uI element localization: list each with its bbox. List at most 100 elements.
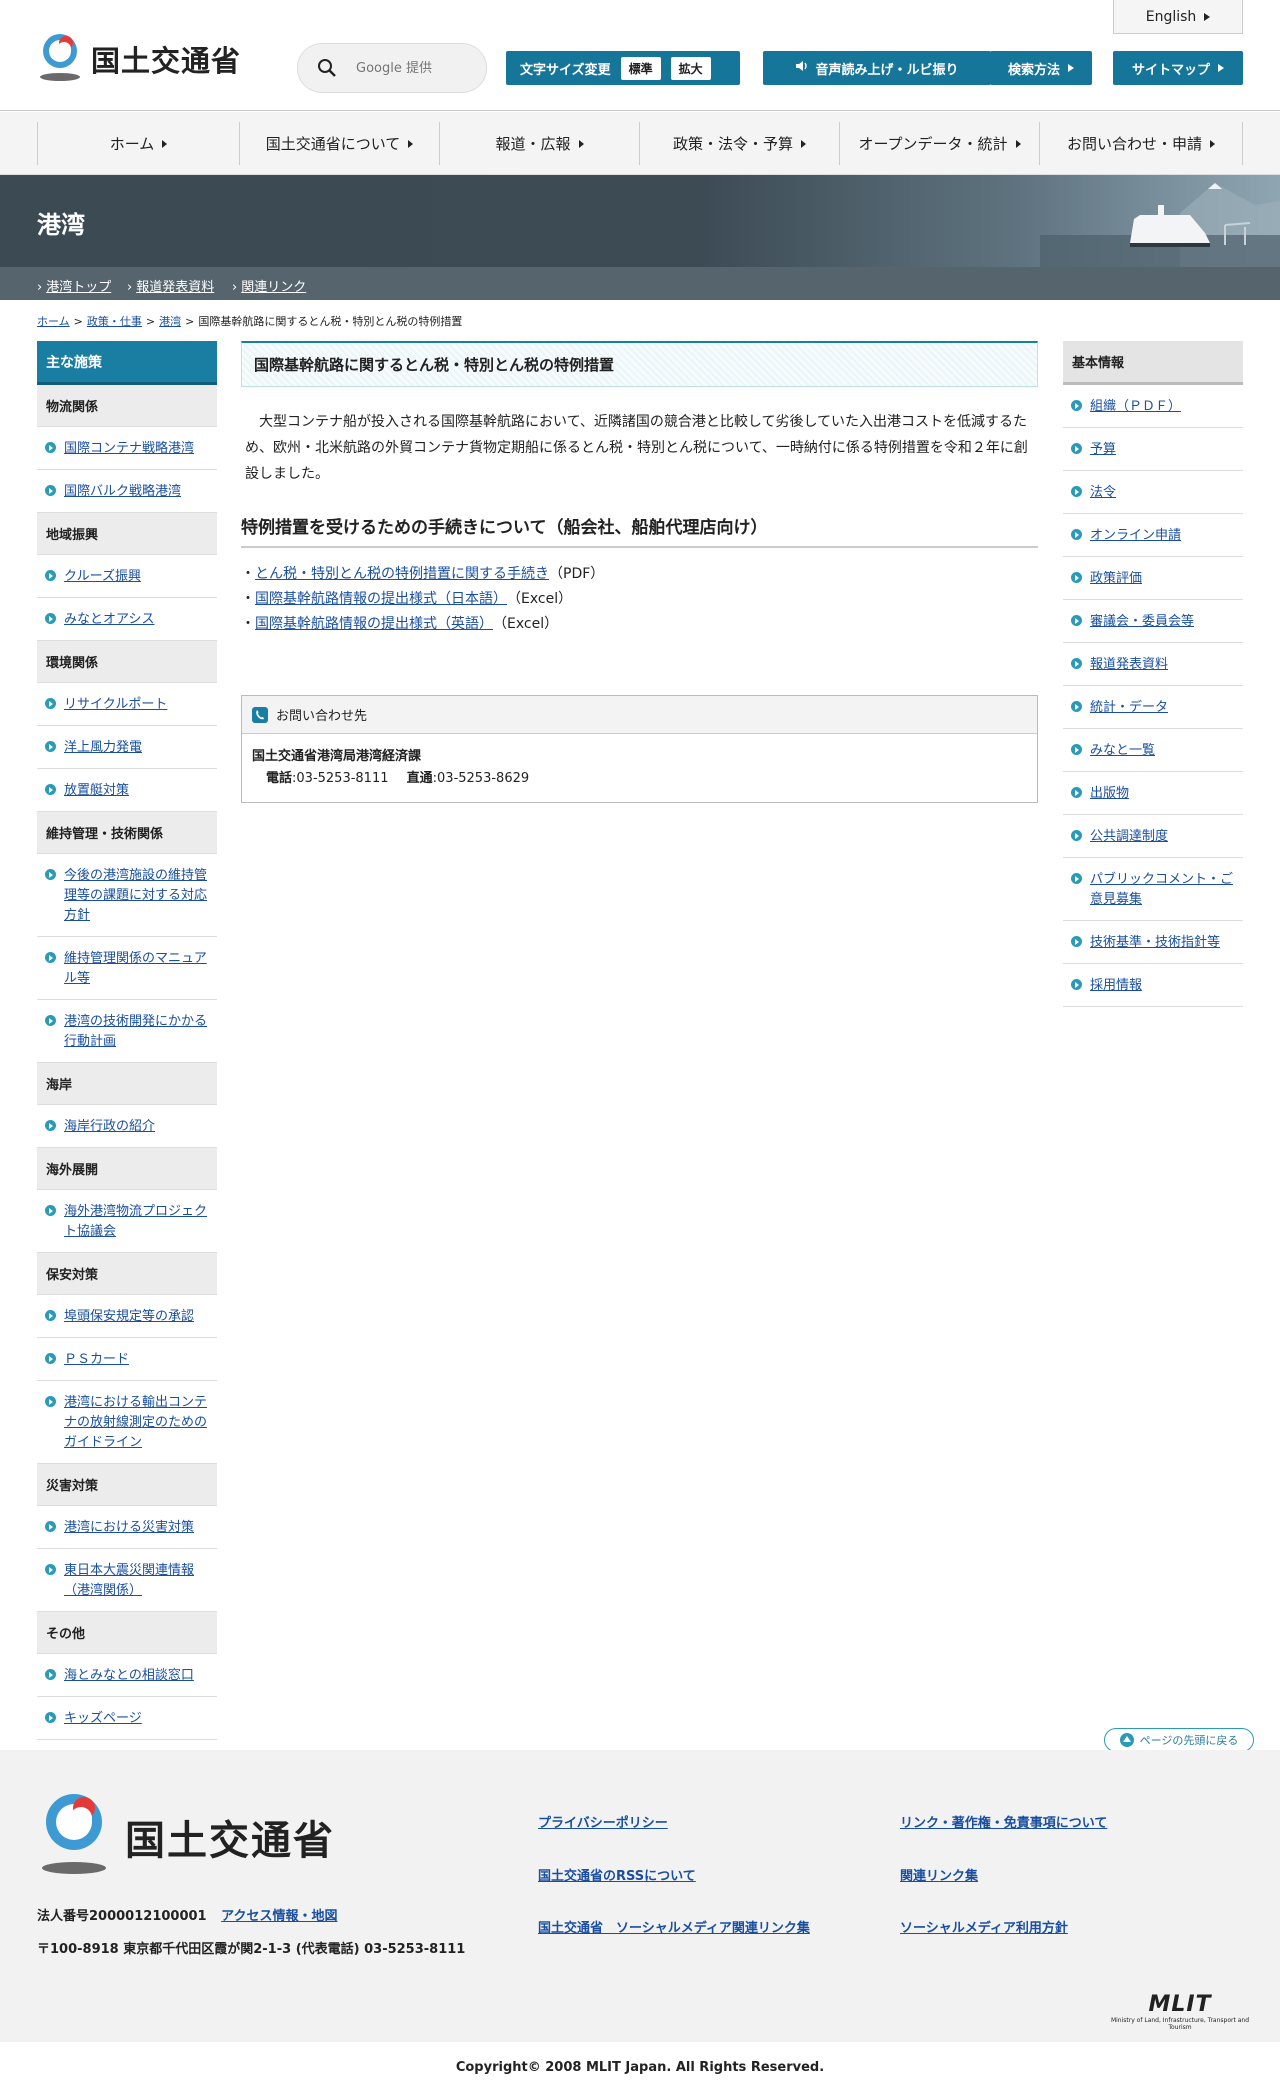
gnav-contact[interactable]: お問い合わせ・申請 [1039, 122, 1243, 165]
left-nav-item[interactable]: 海岸行政の紹介 [37, 1105, 217, 1148]
left-nav-item[interactable]: 海とみなとの相談窓口 [37, 1654, 217, 1697]
left-nav-link[interactable]: 港湾の技術開発にかかる行動計画 [64, 1014, 207, 1049]
left-nav-link[interactable]: 海外港湾物流プロジェクト協議会 [64, 1204, 207, 1239]
breadcrumb-home[interactable]: ホーム [37, 315, 70, 328]
left-nav-link[interactable]: 港湾における輸出コンテナの放射線測定のためのガイドライン [64, 1395, 207, 1450]
left-nav-link[interactable]: みなとオアシス [64, 612, 154, 627]
right-nav-link[interactable]: 報道発表資料 [1090, 657, 1168, 672]
right-nav-link[interactable]: 予算 [1090, 442, 1116, 457]
right-nav-link[interactable]: 統計・データ [1090, 700, 1168, 715]
fontsize-normal-button[interactable]: 標準 [620, 56, 661, 80]
right-nav-item[interactable]: 採用情報 [1063, 964, 1243, 1007]
left-nav-link[interactable]: 海岸行政の紹介 [64, 1119, 155, 1134]
right-nav-link[interactable]: 法令 [1090, 485, 1116, 500]
footer-social-policy-link[interactable]: ソーシャルメディア利用方針 [900, 1917, 1068, 1936]
right-nav-link[interactable]: みなと一覧 [1090, 743, 1155, 758]
right-nav-link[interactable]: 公共調達制度 [1090, 829, 1168, 844]
subnav-port-top[interactable]: 港湾トップ [37, 276, 111, 295]
subnav-press[interactable]: 報道発表資料 [127, 276, 214, 295]
left-nav-link[interactable]: 港湾における災害対策 [64, 1520, 194, 1535]
right-nav-item[interactable]: パブリックコメント・ご意見募集 [1063, 858, 1243, 921]
access-link[interactable]: アクセス情報・地図 [221, 1909, 337, 1924]
left-nav-link[interactable]: 今後の港湾施設の維持管理等の課題に対する対応方針 [64, 868, 207, 923]
left-nav-item[interactable]: キッズページ [37, 1697, 217, 1740]
right-nav-link[interactable]: 採用情報 [1090, 978, 1142, 993]
footer-copyright-link[interactable]: リンク・著作権・免責事項について [900, 1812, 1107, 1831]
right-nav-link[interactable]: 出版物 [1090, 786, 1129, 801]
right-nav-item[interactable]: 政策評価 [1063, 557, 1243, 600]
form-en-link[interactable]: 国際基幹航路情報の提出様式（英語） [255, 612, 493, 637]
left-nav-link[interactable]: 埠頭保安規定等の承認 [64, 1309, 194, 1324]
left-nav-item[interactable]: 港湾における輸出コンテナの放射線測定のためのガイドライン [37, 1381, 217, 1464]
search-icon[interactable] [316, 57, 338, 79]
voice-button[interactable]: 音声読み上げ・ルビ振り [763, 51, 991, 85]
gnav-policy[interactable]: 政策・法令・予算 [639, 122, 839, 165]
procedure-pdf-link[interactable]: とん税・特別とん税の特例措置に関する手続き [255, 562, 549, 587]
left-nav-link[interactable]: 国際バルク戦略港湾 [64, 484, 181, 499]
left-nav-item[interactable]: 国際バルク戦略港湾 [37, 470, 217, 513]
left-nav-item[interactable]: リサイクルポート [37, 683, 217, 726]
gnav-press[interactable]: 報道・広報 [439, 122, 639, 165]
left-nav-link[interactable]: 海とみなとの相談窓口 [64, 1668, 194, 1683]
right-nav-item[interactable]: 審議会・委員会等 [1063, 600, 1243, 643]
left-nav-item[interactable]: 港湾の技術開発にかかる行動計画 [37, 1000, 217, 1063]
right-nav-item[interactable]: 公共調達制度 [1063, 815, 1243, 858]
right-nav-item[interactable]: 予算 [1063, 428, 1243, 471]
site-search[interactable] [297, 43, 487, 93]
left-nav-link[interactable]: 放置艇対策 [64, 783, 129, 798]
left-nav-item[interactable]: 埠頭保安規定等の承認 [37, 1295, 217, 1338]
search-input[interactable] [356, 60, 466, 76]
footer-privacy-link[interactable]: プライバシーポリシー [538, 1812, 668, 1831]
sitemap-button[interactable]: サイトマップ [1113, 51, 1243, 85]
left-nav-item[interactable]: 維持管理関係のマニュアル等 [37, 937, 217, 1000]
page-top-button[interactable]: ページの先頭に戻る [1104, 1728, 1254, 1752]
left-nav-link[interactable]: キッズページ [64, 1711, 142, 1726]
right-nav-item[interactable]: みなと一覧 [1063, 729, 1243, 772]
gnav-home[interactable]: ホーム [37, 122, 239, 165]
gnav-opendata[interactable]: オープンデータ・統計 [839, 122, 1039, 165]
right-nav-link[interactable]: 技術基準・技術指針等 [1090, 935, 1220, 950]
form-ja-link[interactable]: 国際基幹航路情報の提出様式（日本語） [255, 587, 507, 612]
left-nav-link[interactable]: リサイクルポート [64, 697, 167, 712]
left-nav-link[interactable]: 国際コンテナ戦略港湾 [64, 441, 194, 456]
footer-rss-link[interactable]: 国土交通省のRSSについて [538, 1865, 696, 1884]
left-nav-item[interactable]: 東日本大震災関連情報（港湾関係） [37, 1549, 217, 1612]
left-nav-link[interactable]: 維持管理関係のマニュアル等 [64, 951, 207, 986]
left-nav-item[interactable]: クルーズ振興 [37, 555, 217, 598]
right-nav-link[interactable]: 政策評価 [1090, 571, 1142, 586]
footer-social-links-link[interactable]: 国土交通省 ソーシャルメディア関連リンク集 [538, 1917, 810, 1936]
left-nav-link[interactable]: ＰＳカード [64, 1352, 129, 1367]
right-nav-link[interactable]: オンライン申請 [1090, 528, 1181, 543]
left-nav-item[interactable]: 放置艇対策 [37, 769, 217, 812]
left-nav-item[interactable]: 海外港湾物流プロジェクト協議会 [37, 1190, 217, 1253]
left-nav-item[interactable]: みなとオアシス [37, 598, 217, 641]
footer-logo[interactable]: 国土交通省 [37, 1792, 335, 1882]
left-nav-link[interactable]: 東日本大震災関連情報（港湾関係） [64, 1563, 194, 1598]
right-nav-item[interactable]: 統計・データ [1063, 686, 1243, 729]
right-nav-item[interactable]: 出版物 [1063, 772, 1243, 815]
right-nav-link[interactable]: 組織（ＰＤＦ） [1090, 399, 1181, 414]
fontsize-large-button[interactable]: 拡大 [670, 56, 711, 80]
breadcrumb-policy[interactable]: 政策・仕事 [87, 315, 142, 328]
right-nav-item[interactable]: 法令 [1063, 471, 1243, 514]
footer-related-link[interactable]: 関連リンク集 [900, 1865, 978, 1884]
left-nav-item[interactable]: 国際コンテナ戦略港湾 [37, 427, 217, 470]
subnav-links[interactable]: 関連リンク [232, 276, 306, 295]
search-method-button[interactable]: 検索方法 [990, 51, 1092, 85]
left-nav-item[interactable]: 港湾における災害対策 [37, 1506, 217, 1549]
right-nav-link[interactable]: パブリックコメント・ご意見募集 [1090, 872, 1233, 907]
right-nav-item[interactable]: 組織（ＰＤＦ） [1063, 385, 1243, 428]
right-nav-link[interactable]: 審議会・委員会等 [1090, 614, 1194, 629]
left-nav-link[interactable]: 洋上風力発電 [64, 740, 142, 755]
left-nav-item[interactable]: 洋上風力発電 [37, 726, 217, 769]
left-nav-item[interactable]: 今後の港湾施設の維持管理等の課題に対する対応方針 [37, 854, 217, 937]
right-nav-item[interactable]: 技術基準・技術指針等 [1063, 921, 1243, 964]
site-logo[interactable]: 国土交通省 [37, 33, 241, 85]
left-nav-link[interactable]: クルーズ振興 [64, 569, 141, 584]
right-nav-item[interactable]: オンライン申請 [1063, 514, 1243, 557]
breadcrumb-port[interactable]: 港湾 [159, 315, 181, 328]
gnav-about[interactable]: 国土交通省について [239, 122, 439, 165]
right-nav-item[interactable]: 報道発表資料 [1063, 643, 1243, 686]
english-button[interactable]: English [1113, 0, 1243, 34]
left-nav-item[interactable]: ＰＳカード [37, 1338, 217, 1381]
